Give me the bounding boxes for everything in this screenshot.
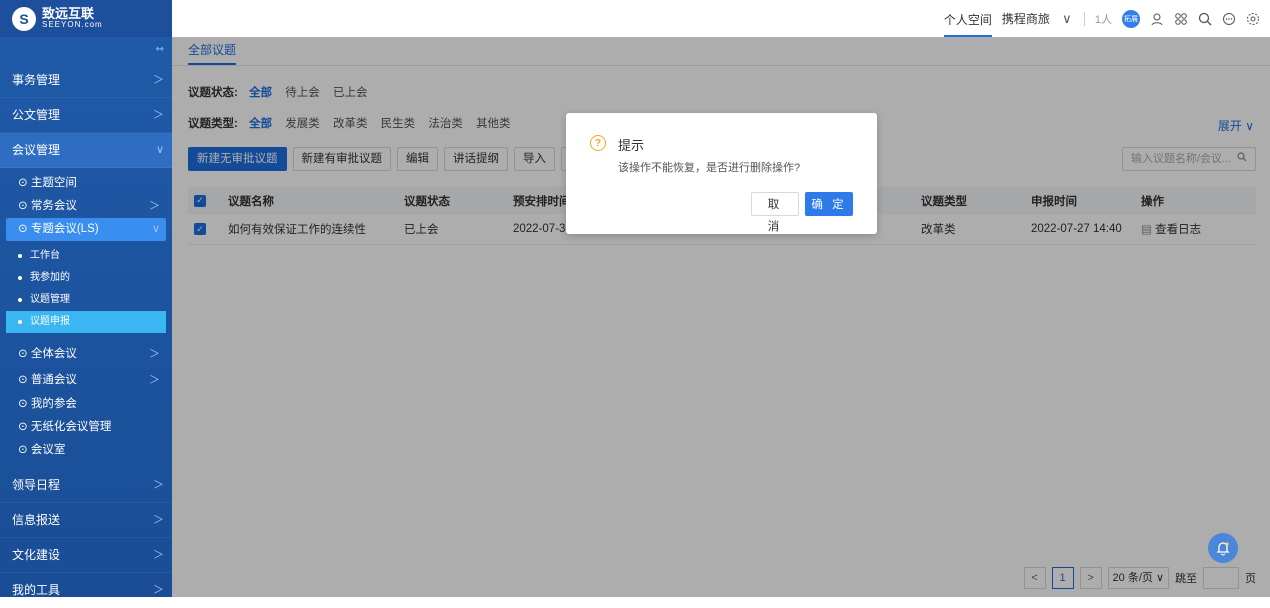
menu-info-report[interactable]: 信息报送＞: [0, 503, 172, 538]
top-nav: 个人空间 携程商旅 ∨ 1人 拓展: [943, 0, 1260, 37]
avatar[interactable]: 拓展: [1122, 9, 1140, 28]
chevron-right-icon: ＞: [153, 584, 164, 596]
brand-domain: SEEYON.com: [42, 19, 103, 29]
personal-space-link[interactable]: 个人空间: [943, 1, 992, 37]
chevron-right-icon: ＞: [153, 549, 164, 561]
divider: [1083, 11, 1085, 26]
chevron-right-icon: ＞: [153, 479, 164, 491]
confirm-button[interactable]: 确 定: [805, 192, 853, 216]
menu-meetings[interactable]: 会议管理 ∨: [0, 133, 172, 168]
sidebar-item-standing-meeting[interactable]: ⊙ 常务会议＞: [0, 195, 172, 218]
sidebar-item-workbench[interactable]: 工作台: [0, 245, 172, 267]
chevron-down-icon[interactable]: ∨: [1060, 11, 1074, 26]
menu-culture[interactable]: 文化建设＞: [0, 538, 172, 573]
dialog-title: 提示: [618, 138, 645, 153]
sidebar-item-topic-declaration[interactable]: 议题申报: [6, 311, 166, 333]
sidebar-item-general-meeting[interactable]: ⊙ 普通会议＞: [0, 367, 172, 393]
chevron-right-icon: ＞: [153, 109, 164, 121]
brand-name: 致远互联: [42, 5, 95, 21]
question-icon: ?: [590, 135, 606, 151]
menu-affairs[interactable]: 事务管理＞: [0, 63, 172, 98]
menu-documents[interactable]: 公文管理＞: [0, 98, 172, 133]
grid-icon[interactable]: [1174, 12, 1188, 26]
logo-icon: S: [12, 6, 36, 31]
search-icon[interactable]: [1198, 12, 1212, 26]
chevron-down-icon: ∨: [151, 223, 160, 235]
sidebar-item-plenary-meeting[interactable]: ⊙ 全体会议＞: [0, 341, 172, 367]
confirm-dialog: ? 提示 该操作不能恢复，是否进行删除操作? 取 消 确 定: [566, 113, 877, 234]
user-location-icon[interactable]: [1150, 12, 1164, 26]
chevron-right-icon: ＞: [149, 200, 160, 212]
chevron-right-icon: ＞: [149, 374, 160, 386]
collapse-sidebar-icon[interactable]: ⇿: [0, 37, 172, 63]
sidebar-item-topic-management[interactable]: 议题管理: [0, 289, 172, 311]
sidebar-item-special-meeting[interactable]: ⊙ 专题会议(LS) ∨: [6, 218, 166, 241]
sidebar-item-meeting-room[interactable]: ⊙ 会议室: [0, 439, 172, 462]
company-switch[interactable]: 携程商旅: [1002, 10, 1050, 27]
sidebar-item-topic-space[interactable]: ⊙ 主题空间: [0, 172, 172, 195]
dialog-message: 该操作不能恢复，是否进行删除操作?: [618, 162, 801, 174]
notification-bell-icon[interactable]: [1208, 533, 1238, 563]
chevron-right-icon: ＞: [149, 348, 160, 360]
brand-logo[interactable]: S 致远互联 SEEYON.com: [0, 0, 172, 37]
chevron-right-icon: ＞: [153, 514, 164, 526]
chevron-right-icon: ＞: [153, 74, 164, 86]
chevron-down-icon: ∨: [155, 144, 164, 156]
message-icon[interactable]: [1222, 12, 1236, 26]
sidebar-item-participated[interactable]: 我参加的: [0, 267, 172, 289]
cancel-button[interactable]: 取 消: [751, 192, 799, 233]
sidebar-item-my-meetings[interactable]: ⊙ 我的参会: [0, 393, 172, 416]
sidebar-item-paperless[interactable]: ⊙ 无纸化会议管理: [0, 416, 172, 439]
menu-leader-schedule[interactable]: 领导日程＞: [0, 468, 172, 503]
top-bar: S 致远互联 SEEYON.com 个人空间 携程商旅 ∨ 1人 拓展: [0, 0, 1270, 38]
menu-my-tools[interactable]: 我的工具＞: [0, 573, 172, 608]
sidebar: ⇿ 事务管理＞ 公文管理＞ 会议管理 ∨ ⊙ 主题空间 ⊙ 常务会议＞ ⊙ 专题会…: [0, 37, 172, 608]
online-count[interactable]: 1人: [1095, 11, 1112, 27]
settings-icon[interactable]: [1246, 12, 1260, 26]
